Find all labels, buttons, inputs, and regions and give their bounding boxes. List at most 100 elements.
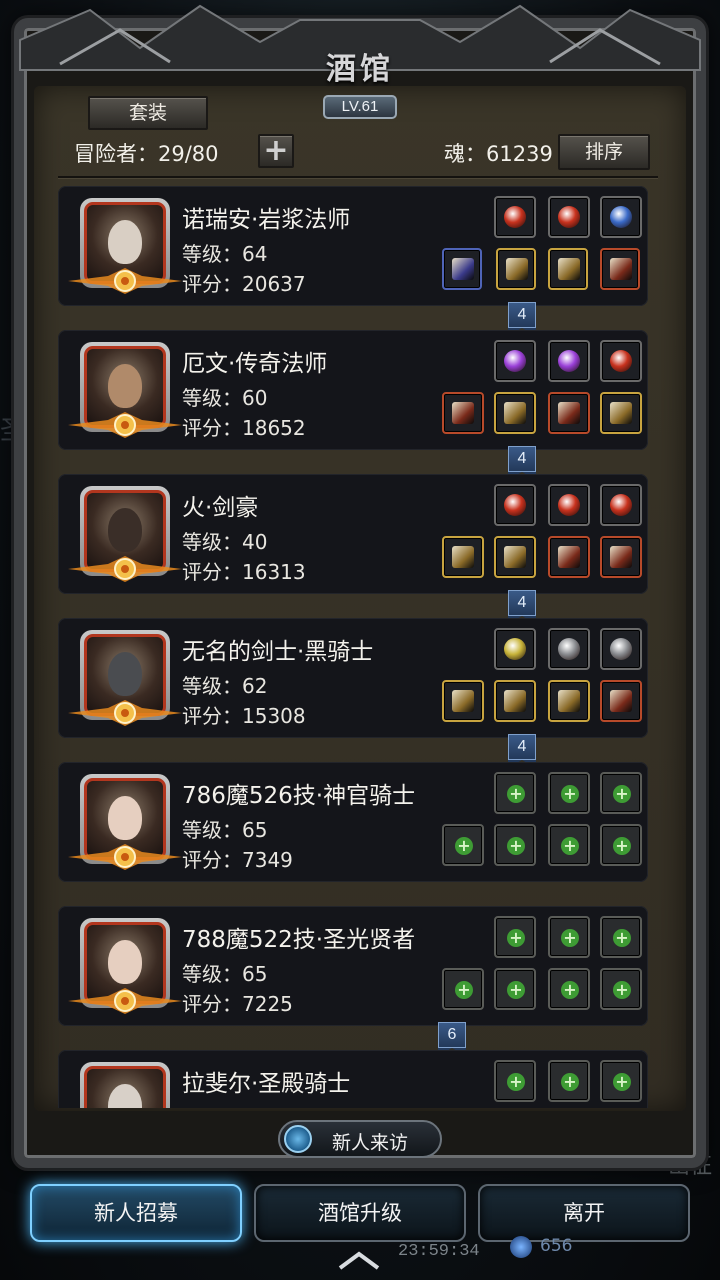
hero-score: 评分：15308 [182,704,306,728]
skill-slot[interactable] [548,628,590,670]
plus-icon: + [507,837,525,855]
equipment-slot[interactable] [600,536,642,578]
empty-equipment-slot[interactable]: + [548,1060,590,1102]
hero-level: 等级：62 [182,674,268,698]
equipment-slot[interactable] [494,536,536,578]
hero-list[interactable]: 诺瑞安·岩浆法师 等级：64 评分：20637 4 厄文·传奇法师 等级：60 评分：186… [58,186,648,1108]
skill-gem-icon [558,638,580,660]
hero-portrait[interactable] [80,1062,170,1108]
hero-name: 788魔522技·圣光贤者 [182,927,416,953]
empty-equipment-slot[interactable]: + [442,968,484,1010]
skill-slot[interactable] [600,196,642,238]
hero-level: 等级：60 [182,386,268,410]
divider [58,176,658,178]
hero-card[interactable]: 788魔522技·圣光贤者 等级：65 评分：7225 + + + + + + + [58,906,648,1026]
empty-equipment-slot[interactable]: + [600,968,642,1010]
hero-name: 厄文·传奇法师 [182,351,328,377]
plus-icon: + [507,1073,525,1091]
equipment-slot[interactable] [548,536,590,578]
skill-slot[interactable] [548,196,590,238]
empty-equipment-slot[interactable]: + [494,824,536,866]
hero-card[interactable]: 火·剑豪 等级：40 评分：16313 [58,474,648,594]
equipment-item-icon [558,402,580,424]
upgrade-tavern-button[interactable]: 酒馆升级 [254,1184,466,1242]
skill-gem-icon [504,494,526,516]
equipment-slot[interactable] [442,392,484,434]
hero-score: 评分：7349 [182,848,293,872]
skill-slot[interactable] [494,628,536,670]
plus-icon: + [507,929,525,947]
empty-equipment-slot[interactable]: + [442,824,484,866]
add-slot-button[interactable]: + [258,134,294,168]
skill-slot[interactable] [494,484,536,526]
skill-gem-icon [610,206,632,228]
link-count: 4 [508,734,536,760]
skill-slot[interactable] [548,340,590,382]
gem-icon [510,1236,532,1258]
skill-slot[interactable] [548,484,590,526]
skill-gem-icon [610,638,632,660]
equipment-slot[interactable] [442,248,482,290]
skill-slot[interactable] [600,484,642,526]
hero-card[interactable]: 诺瑞安·岩浆法师 等级：64 评分：20637 [58,186,648,306]
link-count: 4 [508,590,536,616]
hero-card[interactable]: 厄文·传奇法师 等级：60 评分：18652 [58,330,648,450]
equipment-slot[interactable] [494,392,536,434]
equipment-slot[interactable] [548,392,590,434]
empty-equipment-slot[interactable]: + [600,824,642,866]
plus-icon: + [613,1073,631,1091]
skill-slot[interactable] [494,340,536,382]
skill-gem-icon [504,350,526,372]
empty-equipment-slot[interactable]: + [548,772,590,814]
equipment-slot[interactable] [548,248,588,290]
hero-face [108,220,142,264]
chevron-up-icon[interactable] [334,1248,384,1272]
hero-level: 等级：40 [182,530,268,554]
hero-card[interactable]: 无名的剑士·黑骑士 等级：62 评分：15308 [58,618,648,738]
equipment-slot[interactable] [600,248,640,290]
empty-equipment-slot[interactable]: + [494,968,536,1010]
suit-button[interactable]: 套装 [88,96,208,130]
link-count: 4 [508,446,536,472]
empty-equipment-slot[interactable]: + [600,1060,642,1102]
empty-equipment-slot[interactable]: + [600,772,642,814]
hero-name: 拉斐尔·圣殿骑士 [182,1071,351,1097]
empty-equipment-slot[interactable]: + [548,968,590,1010]
equipment-item-icon [504,690,526,712]
skill-slot[interactable] [600,340,642,382]
equipment-slot[interactable] [548,680,590,722]
empty-equipment-slot[interactable]: + [548,916,590,958]
empty-equipment-slot[interactable]: + [548,824,590,866]
hero-card[interactable]: 拉斐尔·圣殿骑士 + + + [58,1050,648,1108]
equipment-item-icon [452,546,474,568]
leave-button[interactable]: 离开 [478,1184,690,1242]
plus-icon: + [507,785,525,803]
link-count: 4 [508,302,536,328]
equipment-slot[interactable] [600,392,642,434]
equipment-slot[interactable] [494,680,536,722]
equipment-slot[interactable] [600,680,642,722]
skill-gem-icon [610,494,632,516]
skill-slot[interactable] [600,628,642,670]
hero-score: 评分：18652 [182,416,306,440]
empty-equipment-slot[interactable]: + [494,916,536,958]
skill-slot[interactable] [494,196,536,238]
recruit-button[interactable]: 新人招募 [30,1184,242,1242]
sort-button[interactable]: 排序 [558,134,650,170]
new-visitor-button[interactable]: 新人来访 [278,1120,442,1158]
equipment-slot[interactable] [442,680,484,722]
empty-equipment-slot[interactable]: + [494,1060,536,1102]
equipment-slot[interactable] [442,536,484,578]
gem-count: 656 [540,1236,573,1256]
equipment-item-icon [452,402,474,424]
equipment-item-icon [610,402,632,424]
hero-face [108,508,142,552]
empty-equipment-slot[interactable]: + [600,916,642,958]
hero-card[interactable]: 786魔526技·神官骑士 等级：65 评分：7349 + + + + + + + [58,762,648,882]
skill-gem-icon [504,206,526,228]
equipment-item-icon [452,258,474,280]
equipment-slot[interactable] [496,248,536,290]
empty-equipment-slot[interactable]: + [494,772,536,814]
equipment-item-icon [504,402,526,424]
rank-emblem-icon [68,700,182,726]
